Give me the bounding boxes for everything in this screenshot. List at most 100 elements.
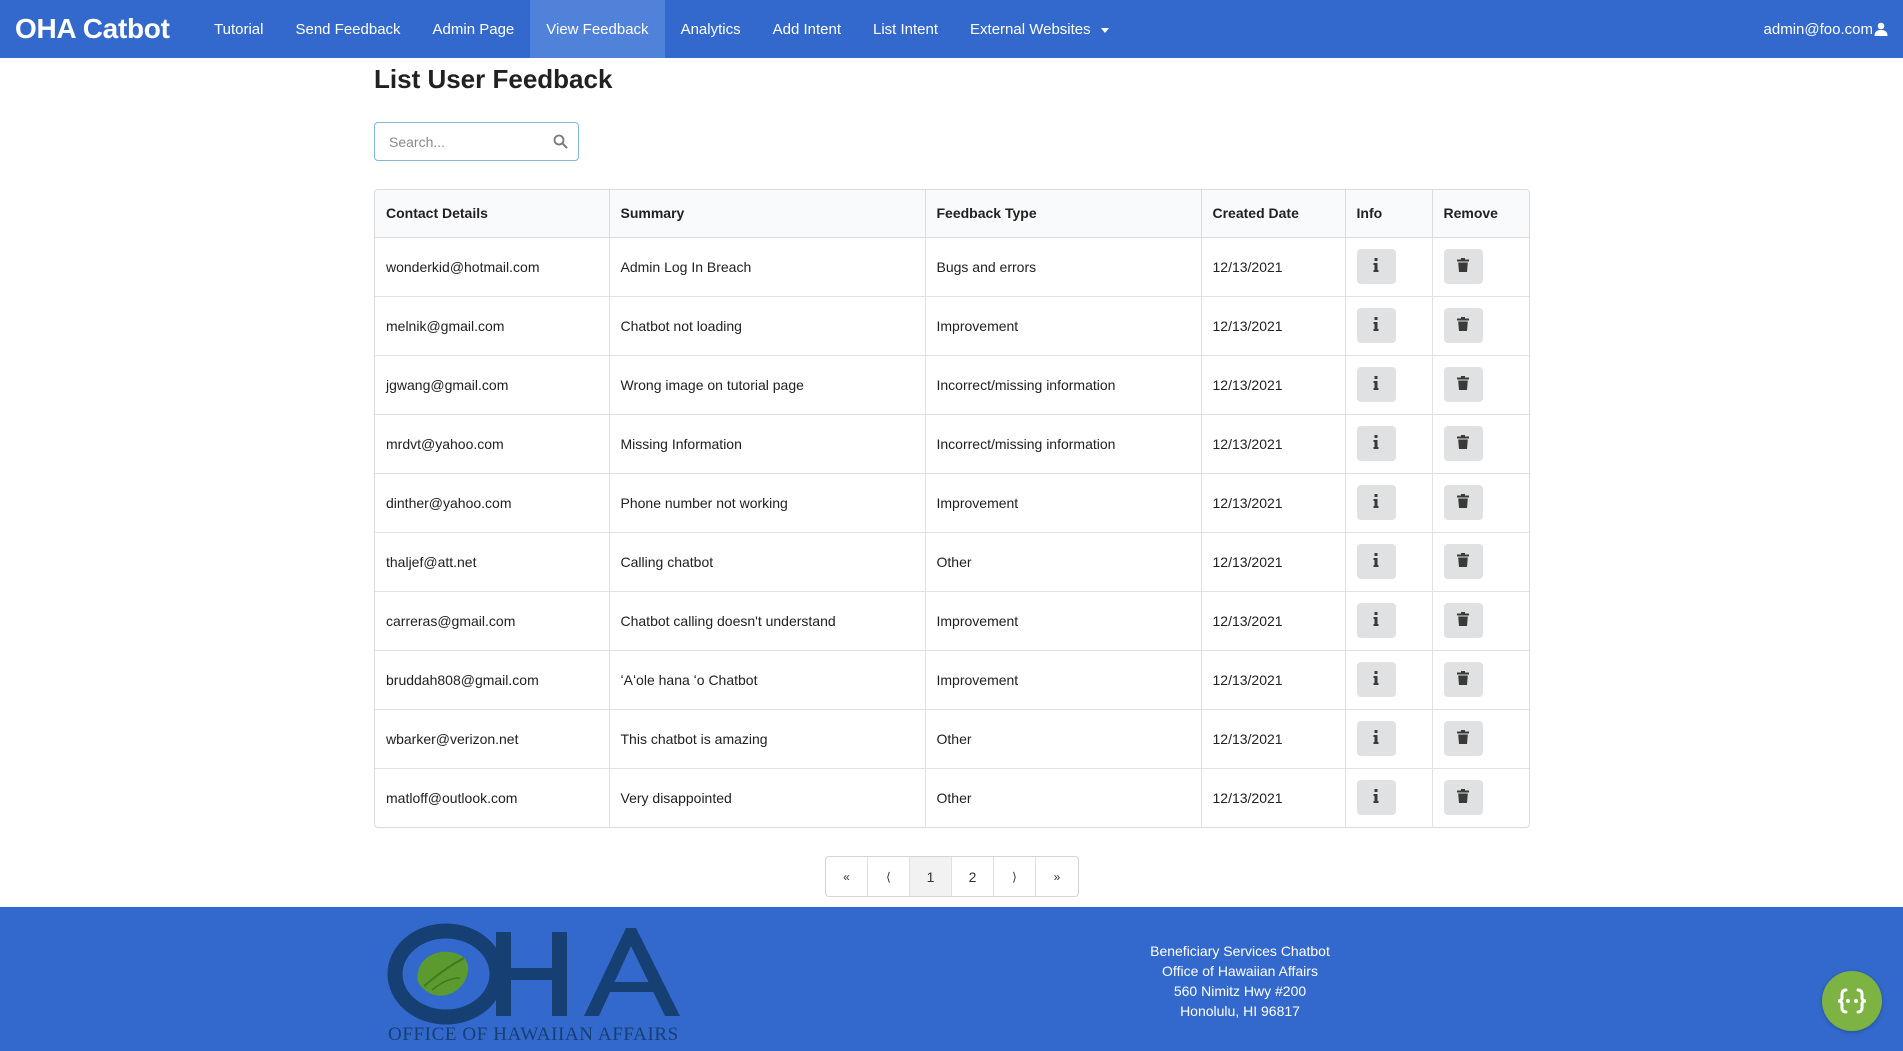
- nav-item-tutorial[interactable]: Tutorial: [198, 0, 279, 58]
- info-button[interactable]: [1356, 721, 1396, 756]
- chatbot-launcher-button[interactable]: [1822, 971, 1882, 1031]
- last-page-button[interactable]: »: [1036, 857, 1078, 896]
- nav-item-analytics[interactable]: Analytics: [665, 0, 757, 58]
- info-icon: [1373, 789, 1379, 806]
- next-page-button[interactable]: ⟩: [994, 857, 1036, 896]
- summary-cell: Admin Log In Breach: [609, 237, 926, 296]
- page-button-2[interactable]: 2: [952, 857, 994, 896]
- created-date-cell: 12/13/2021: [1201, 413, 1346, 473]
- remove-cell: [1432, 649, 1529, 709]
- nav-item-label: Admin Page: [432, 20, 515, 38]
- remove-cell: [1432, 413, 1529, 473]
- info-button[interactable]: [1356, 544, 1396, 579]
- remove-button[interactable]: [1443, 308, 1483, 343]
- column-header-info: Info: [1345, 190, 1433, 238]
- contact-cell: melnik@gmail.com: [375, 295, 610, 355]
- user-menu[interactable]: admin@foo.com: [1764, 0, 1888, 58]
- info-button[interactable]: [1356, 249, 1396, 284]
- remove-button[interactable]: [1443, 249, 1483, 284]
- table-row: wbarker@verizon.net This chatbot is amazi…: [375, 708, 1529, 768]
- nav-item-label: External Websites: [970, 20, 1091, 38]
- info-icon: [1373, 553, 1379, 570]
- info-icon: [1373, 317, 1379, 334]
- created-date-cell: 12/13/2021: [1201, 472, 1346, 532]
- nav-item-send-feedback[interactable]: Send Feedback: [279, 0, 416, 58]
- feedback-type-cell: Improvement: [925, 590, 1202, 650]
- nav-item-label: Add Intent: [772, 20, 841, 38]
- footer-address-line: Office of Hawaiian Affairs: [1162, 963, 1318, 979]
- nav-item-external-websites[interactable]: External Websites: [954, 0, 1125, 58]
- column-header-created-date[interactable]: Created Date: [1201, 190, 1346, 238]
- remove-cell: [1432, 295, 1529, 355]
- contact-cell: thaljef@att.net: [375, 531, 610, 591]
- trash-icon: [1457, 494, 1469, 511]
- info-cell: [1345, 295, 1433, 355]
- remove-button[interactable]: [1443, 603, 1483, 638]
- search-icon[interactable]: [553, 134, 568, 149]
- column-header-feedback-type[interactable]: Feedback Type: [925, 190, 1202, 238]
- logo-subtext: OFFICE OF HAWAIIAN AFFAIRS: [388, 1024, 679, 1044]
- remove-button[interactable]: [1443, 721, 1483, 756]
- chatbot-braces-icon: [1837, 988, 1867, 1014]
- table-row: carreras@gmail.com Chatbot calling doesn'…: [375, 590, 1529, 650]
- summary-cell: Phone number not working: [609, 472, 926, 532]
- remove-button[interactable]: [1443, 544, 1483, 579]
- table-row: melnik@gmail.com Chatbot not loading Impro…: [375, 295, 1529, 355]
- info-button[interactable]: [1356, 308, 1396, 343]
- nav-item-label: Send Feedback: [295, 20, 401, 38]
- nav-item-admin-page[interactable]: Admin Page: [417, 0, 531, 58]
- info-cell: [1345, 590, 1433, 650]
- trash-icon: [1457, 553, 1469, 570]
- contact-cell: bruddah808@gmail.com: [375, 649, 610, 709]
- contact-cell: dinther@yahoo.com: [375, 472, 610, 532]
- nav-item-list-intent[interactable]: List Intent: [857, 0, 954, 58]
- remove-button[interactable]: [1443, 780, 1483, 816]
- trash-icon: [1457, 671, 1469, 688]
- remove-button[interactable]: [1443, 367, 1483, 402]
- prev-page-button[interactable]: ⟨: [868, 857, 910, 896]
- top-navbar: OHA Catbot Tutorial Send Feedback Admin …: [0, 0, 1903, 58]
- info-button[interactable]: [1356, 662, 1396, 697]
- remove-cell: [1432, 472, 1529, 532]
- info-icon: [1373, 730, 1379, 747]
- info-icon: [1373, 258, 1379, 275]
- feedback-type-cell: Improvement: [925, 472, 1202, 532]
- feedback-type-cell: Improvement: [925, 649, 1202, 709]
- trash-icon: [1457, 612, 1469, 629]
- info-button[interactable]: [1356, 485, 1396, 520]
- remove-cell: [1432, 354, 1529, 414]
- remove-cell: [1432, 531, 1529, 591]
- info-button[interactable]: [1356, 780, 1396, 816]
- nav-item-add-intent[interactable]: Add Intent: [757, 0, 857, 58]
- first-page-button[interactable]: «: [826, 857, 868, 896]
- search-input[interactable]: [375, 133, 545, 150]
- info-button[interactable]: [1356, 367, 1396, 402]
- remove-button[interactable]: [1443, 662, 1483, 697]
- remove-button[interactable]: [1443, 485, 1483, 520]
- feedback-table: Contact Details Summary Feedback Type Cr…: [374, 189, 1530, 828]
- feedback-type-cell: Incorrect/missing information: [925, 413, 1202, 473]
- table-row: jgwang@gmail.com Wrong image on tutorial …: [375, 354, 1529, 414]
- created-date-cell: 12/13/2021: [1201, 295, 1346, 355]
- created-date-cell: 12/13/2021: [1201, 590, 1346, 650]
- info-button[interactable]: [1356, 426, 1396, 461]
- table-row: bruddah808@gmail.com ʻAʻole hana ʻo Chatb…: [375, 649, 1529, 709]
- created-date-cell: 12/13/2021: [1201, 354, 1346, 414]
- page-button-1[interactable]: 1: [910, 857, 952, 896]
- column-header-contact[interactable]: Contact Details: [375, 190, 610, 238]
- column-header-summary[interactable]: Summary: [609, 190, 926, 238]
- trash-icon: [1457, 376, 1469, 393]
- remove-button[interactable]: [1443, 426, 1483, 461]
- user-email: admin@foo.com: [1763, 20, 1873, 38]
- nav-item-view-feedback[interactable]: View Feedback: [530, 0, 665, 58]
- info-cell: [1345, 237, 1433, 296]
- page-title: List User Feedback: [374, 64, 613, 94]
- info-button[interactable]: [1356, 603, 1396, 638]
- trash-icon: [1457, 317, 1469, 334]
- summary-cell: Calling chatbot: [609, 531, 926, 591]
- created-date-cell: 12/13/2021: [1201, 767, 1346, 827]
- brand-title[interactable]: OHA Catbot: [0, 13, 198, 45]
- trash-icon: [1457, 258, 1469, 275]
- table-row: matloff@outlook.com Very disappointed Othe…: [375, 767, 1529, 827]
- table-row: mrdvt@yahoo.com Missing Information Incorr…: [375, 413, 1529, 473]
